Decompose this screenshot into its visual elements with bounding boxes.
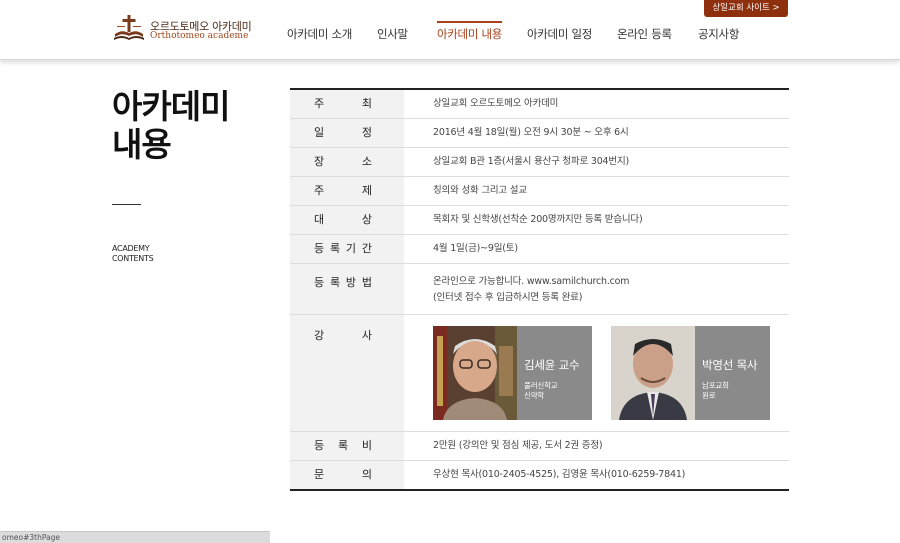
row-value: 목회자 및 신학생(선착순 200명까지만 등록 받습니다) xyxy=(433,214,643,225)
info-row-fee: 등 록 비 2만원 (강의안 및 점심 제공, 도서 2권 증정) xyxy=(290,432,789,461)
nav-item-greeting[interactable]: 인사말 xyxy=(377,22,408,46)
lecturer-field: 신약학 xyxy=(524,391,545,400)
row-value: 우상현 목사(010-2405-4525), 김영윤 목사(010-6259-7… xyxy=(433,469,686,480)
info-row-theme: 주 제 칭의와 성화 그리고 설교 xyxy=(290,177,789,206)
page-subtitle-line2: CONTENTS xyxy=(112,254,154,263)
label-char: 사 xyxy=(361,329,372,342)
label-char: 록 xyxy=(337,439,349,452)
lecturer-photo xyxy=(611,326,695,420)
row-label: 장 소 xyxy=(290,148,404,176)
church-site-button[interactable]: 상일교회 사이트 > xyxy=(704,0,788,17)
page-title-line2: 내용 xyxy=(112,125,172,164)
row-label: 대 상 xyxy=(290,206,404,234)
info-row-date: 일 정 2016년 4월 18일(월) 오전 9시 30분 ~ 오후 6시 xyxy=(290,119,789,148)
row-value: 칭의와 성화 그리고 설교 xyxy=(433,185,527,196)
page-subtitle: ACADEMY CONTENTS xyxy=(112,244,154,264)
info-row-lecturers: 강 사 김세윤 교수 풀러신학교 신약학 박영선 목사 남포교회 원로 xyxy=(290,315,789,432)
row-value: 4월 1일(금)~9일(토) xyxy=(433,243,518,254)
row-value: 2016년 4월 18일(월) 오전 9시 30분 ~ 오후 6시 xyxy=(433,127,629,138)
label-char: 등 xyxy=(314,439,325,452)
page-subtitle-line1: ACADEMY xyxy=(112,244,150,253)
bible-cross-logo-icon xyxy=(114,15,144,40)
label-char: 법 xyxy=(361,276,372,289)
row-label: 강 사 xyxy=(290,315,404,431)
row-label: 일 정 xyxy=(290,119,404,147)
academy-info-table: 주 최 상일교회 오르도토메오 아카데미 일 정 2016년 4월 18일(월)… xyxy=(290,88,789,491)
row-value: 2만원 (강의안 및 점심 제공, 도서 2권 증정) xyxy=(433,440,603,451)
main-nav: 아카데미 소개 인사말 아카데미 내용 아카데미 일정 온라인 등록 공지사항 xyxy=(270,21,750,46)
logo-name-english: Orthotomeo academe xyxy=(150,31,249,41)
label-char: 문 xyxy=(314,468,325,481)
label-char: 록 xyxy=(329,276,341,289)
lecturer-desc: 풀러신학교 신약학 xyxy=(524,381,558,401)
label-char: 대 xyxy=(314,213,325,226)
label-char: 등 xyxy=(314,242,325,255)
row-label: 주 제 xyxy=(290,177,404,205)
row-value: 상일교회 B관 1층(서울시 용산구 청파로 304번지) xyxy=(433,156,629,167)
row-label: 문 의 xyxy=(290,461,404,489)
info-row-target: 대 상 목회자 및 신학생(선착순 200명까지만 등록 받습니다) xyxy=(290,206,789,235)
method-line1: 온라인으로 가능합니다. www.samilchurch.com xyxy=(433,276,630,287)
site-header: 오르도토메오 아카데미 Orthotomeo academe 상일교회 사이트 … xyxy=(0,0,900,60)
info-row-method: 등 록 방 법 온라인으로 가능합니다. www.samilchurch.com… xyxy=(290,264,789,315)
label-char: 장 xyxy=(314,155,325,168)
label-char: 비 xyxy=(361,439,372,452)
row-label: 등 록 기 간 xyxy=(290,235,404,263)
nav-item-schedule[interactable]: 아카데미 일정 xyxy=(527,22,592,46)
lecturer-affiliation: 남포교회 xyxy=(702,381,729,390)
label-char: 기 xyxy=(345,242,357,255)
label-char: 주 xyxy=(314,184,325,197)
row-value: 온라인으로 가능합니다. www.samilchurch.com (인터넷 접수… xyxy=(404,264,789,314)
label-char: 일 xyxy=(314,126,325,139)
lecturer-affiliation: 풀러신학교 xyxy=(524,381,558,390)
lecturer-card: 김세윤 교수 풀러신학교 신약학 xyxy=(433,326,592,420)
page-title: 아카데미 내용 xyxy=(112,87,230,164)
lecturer-photo xyxy=(433,326,517,420)
lecturer-card: 박영선 목사 남포교회 원로 xyxy=(611,326,770,420)
nav-item-notice[interactable]: 공지사항 xyxy=(698,22,739,46)
browser-status-bar: omeo#3thPage xyxy=(0,531,270,543)
row-label: 등 록 비 xyxy=(290,432,404,460)
row-label: 주 최 xyxy=(290,90,404,118)
label-char: 상 xyxy=(361,213,372,226)
lecturer-name: 박영선 목사 xyxy=(702,358,758,372)
label-char: 등 xyxy=(314,276,325,289)
label-char: 강 xyxy=(314,329,325,342)
label-char: 방 xyxy=(345,276,357,289)
info-row-host: 주 최 상일교회 오르도토메오 아카데미 xyxy=(290,90,789,119)
row-value: 상일교회 오르도토메오 아카데미 xyxy=(433,98,559,109)
lecturer-cards: 김세윤 교수 풀러신학교 신약학 박영선 목사 남포교회 원로 xyxy=(404,315,789,431)
page-title-line1: 아카데미 xyxy=(112,87,230,126)
academy-logo[interactable]: 오르도토메오 아카데미 Orthotomeo academe xyxy=(112,14,252,46)
nav-item-intro[interactable]: 아카데미 소개 xyxy=(287,22,352,46)
row-label: 등 록 방 법 xyxy=(290,264,404,314)
label-char: 정 xyxy=(361,126,372,139)
info-row-period: 등 록 기 간 4월 1일(금)~9일(토) xyxy=(290,235,789,264)
nav-item-content[interactable]: 아카데미 내용 xyxy=(437,21,502,46)
label-char: 간 xyxy=(361,242,372,255)
info-row-contact: 문 의 우상현 목사(010-2405-4525), 김영윤 목사(010-62… xyxy=(290,461,789,489)
label-char: 주 xyxy=(314,97,325,110)
label-char: 소 xyxy=(361,155,372,168)
nav-item-online-registration[interactable]: 온라인 등록 xyxy=(617,22,672,46)
label-char: 제 xyxy=(361,184,372,197)
method-line2: (인터넷 접수 후 입금하시면 등록 완료) xyxy=(433,292,583,303)
info-row-place: 장 소 상일교회 B관 1층(서울시 용산구 청파로 304번지) xyxy=(290,148,789,177)
lecturer-field: 원로 xyxy=(702,391,716,400)
label-char: 록 xyxy=(329,242,341,255)
label-char: 최 xyxy=(361,97,372,110)
label-char: 의 xyxy=(361,468,372,481)
title-divider xyxy=(112,204,141,205)
lecturer-desc: 남포교회 원로 xyxy=(702,381,729,401)
lecturer-name: 김세윤 교수 xyxy=(524,358,580,372)
